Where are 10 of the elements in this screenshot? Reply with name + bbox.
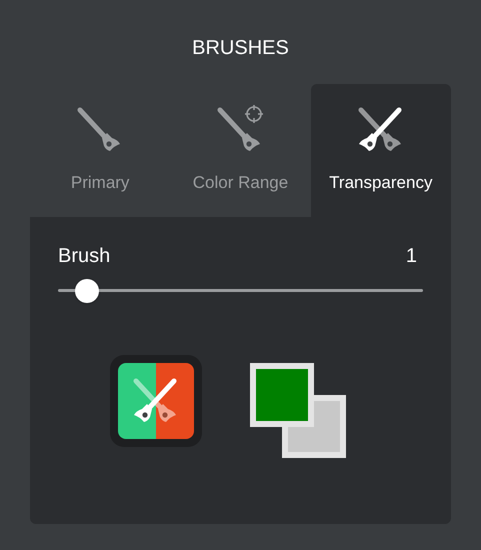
brush-value: 1 — [406, 244, 418, 269]
mode-button[interactable] — [110, 355, 202, 447]
brush-label: Brush — [58, 244, 110, 269]
color-swatches[interactable] — [250, 363, 347, 458]
tab[interactable]: Transparency — [310, 84, 451, 217]
tab[interactable]: Color Range — [170, 84, 311, 217]
tab[interactable]: Primary — [30, 84, 170, 217]
panel-title: BRUSHES — [192, 36, 289, 61]
slider-thumb[interactable] — [75, 279, 100, 303]
brush-slider[interactable] — [58, 279, 423, 303]
